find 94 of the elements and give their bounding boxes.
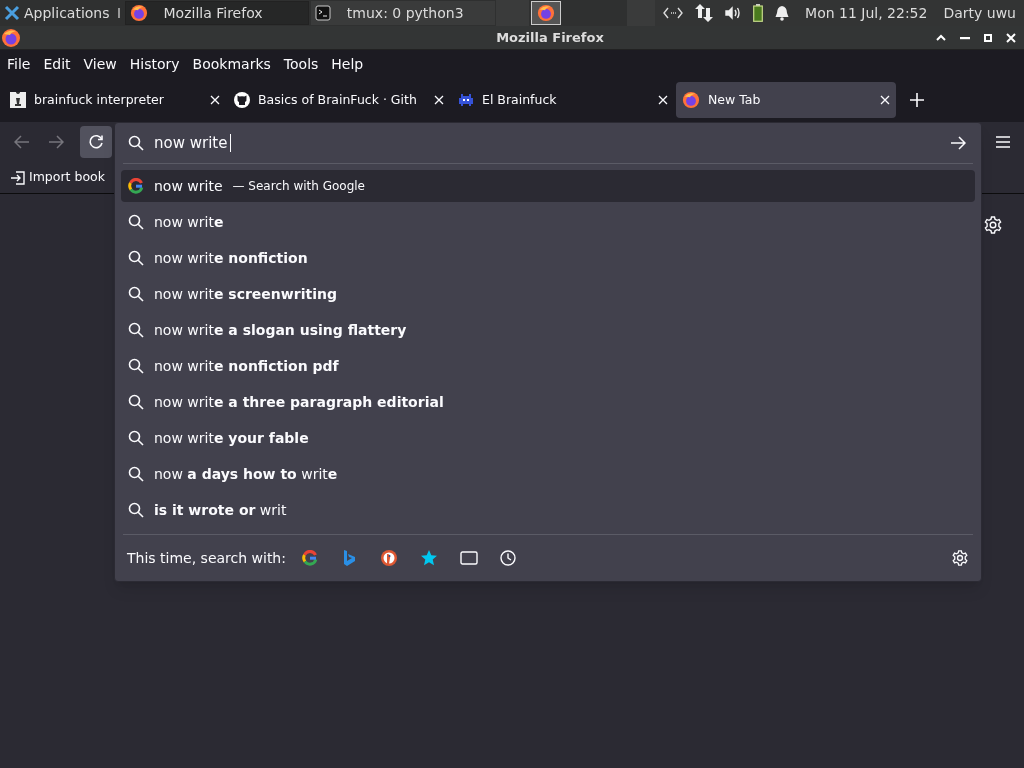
suggestion-item[interactable]: now write nonfiction xyxy=(121,242,975,274)
terminal-icon xyxy=(314,5,331,21)
suggestion-text: now write xyxy=(154,176,223,196)
star-icon[interactable] xyxy=(419,549,438,567)
menu-item[interactable]: Edit xyxy=(43,53,71,75)
tab-icon[interactable] xyxy=(459,551,478,565)
minimize-icon[interactable] xyxy=(960,35,970,40)
close-icon[interactable] xyxy=(1006,32,1016,43)
suggestion-text: now write a slogan using flattery xyxy=(154,320,407,340)
suggestion-item[interactable]: now write a slogan using flattery xyxy=(121,314,975,346)
search-icon xyxy=(128,466,144,482)
suggestion-text: now write a three paragraph editorial xyxy=(154,392,444,412)
search-icon xyxy=(128,502,144,518)
suggestion-item[interactable]: now write — Search with Google xyxy=(121,170,975,202)
suggestion-text: now a days how to write xyxy=(154,464,338,484)
search-icon xyxy=(128,430,144,446)
suggestion-item[interactable]: is it wrote or writ xyxy=(121,494,975,526)
one-off-label: This time, search with: xyxy=(127,548,286,568)
network-icon[interactable] xyxy=(663,7,684,19)
suggestion-item[interactable]: now write a three paragraph editorial xyxy=(121,386,975,418)
suggestion-text: now write nonfiction xyxy=(154,248,308,268)
search-icon xyxy=(128,286,144,302)
menu-item[interactable]: Bookmarks xyxy=(192,53,271,75)
close-icon[interactable] xyxy=(434,95,444,105)
suggestion-item[interactable]: now write your fable xyxy=(121,422,975,454)
bell-icon[interactable] xyxy=(775,5,790,21)
search-icon xyxy=(128,250,144,266)
firefox-icon xyxy=(1,27,21,48)
history-clock-icon[interactable] xyxy=(499,550,516,566)
search-icon xyxy=(128,135,144,151)
go-arrow-icon[interactable] xyxy=(950,136,966,150)
clock-text[interactable]: Mon 11 Jul, 22:52 xyxy=(805,2,928,24)
suggestion-text: now write your fable xyxy=(154,428,309,448)
xfce-logo-icon[interactable] xyxy=(4,5,20,21)
import-bookmarks-button[interactable]: Import book xyxy=(10,168,105,187)
menu-item[interactable]: Help xyxy=(331,53,364,75)
browser-tab[interactable]: New Tab xyxy=(676,82,896,118)
import-icon xyxy=(10,170,25,185)
suggestion-text: now write nonfiction pdf xyxy=(154,356,339,376)
search-icon xyxy=(128,394,144,410)
suggestion-item[interactable]: now write screenwriting xyxy=(121,278,975,310)
suggestion-text: now write xyxy=(154,212,224,232)
google-icon xyxy=(301,550,318,566)
suggestion-item[interactable]: now write nonfiction pdf xyxy=(121,350,975,382)
taskbar-button[interactable]: tmux: 0 python3 xyxy=(310,1,496,25)
firefox-icon xyxy=(682,91,700,109)
menu-item[interactable]: File xyxy=(7,53,31,75)
applications-menu[interactable]: Applications xyxy=(24,2,110,24)
window-title: Mozilla Firefox xyxy=(495,28,605,47)
reload-icon xyxy=(88,134,104,150)
search-icon xyxy=(128,358,144,374)
firefox-icon xyxy=(129,4,148,22)
back-arrow-icon[interactable] xyxy=(14,135,30,149)
search-icon xyxy=(128,322,144,338)
search-icon xyxy=(128,214,144,230)
suggestion-item[interactable]: now a days how to write xyxy=(121,458,975,490)
address-field[interactable]: now write xyxy=(115,123,981,163)
maximize-icon[interactable] xyxy=(984,33,992,42)
tab-title: El Brainfuck xyxy=(482,90,558,109)
browser-tab[interactable]: brainfuck interpreter xyxy=(4,82,226,118)
browser-tab[interactable]: Basics of BrainFuck · Gith xyxy=(228,82,450,118)
close-icon[interactable] xyxy=(658,95,668,105)
google-icon xyxy=(128,178,144,194)
tab-title: Basics of BrainFuck · Gith xyxy=(258,90,418,109)
new-tab-icon[interactable] xyxy=(910,93,924,107)
menu-item[interactable]: History xyxy=(129,53,180,75)
menu-icon[interactable] xyxy=(996,136,1010,148)
suggestion-action: — Search with Google xyxy=(232,178,365,195)
shade-icon[interactable] xyxy=(936,33,946,42)
settings-icon[interactable] xyxy=(952,550,968,566)
volume-icon[interactable] xyxy=(725,6,742,20)
github-icon xyxy=(234,92,250,108)
browser-tab[interactable]: El Brainfuck xyxy=(452,82,674,118)
menu-item[interactable]: Tools xyxy=(283,53,319,75)
suggestion-text: is it wrote or writ xyxy=(154,500,287,520)
tab-title: brainfuck interpreter xyxy=(34,90,165,109)
taskbar-button[interactable]: Mozilla Firefox xyxy=(124,1,309,25)
suggestion-text: now write screenwriting xyxy=(154,284,337,304)
user-name[interactable]: Darty uwu xyxy=(943,2,1016,24)
tab-title: New Tab xyxy=(708,90,762,109)
close-icon[interactable] xyxy=(880,95,890,105)
menu-item[interactable]: View xyxy=(83,53,117,75)
google-button[interactable] xyxy=(301,550,318,566)
suggestion-item[interactable]: now write xyxy=(121,206,975,238)
settings-icon[interactable] xyxy=(984,216,1002,234)
pixel-invader-icon xyxy=(458,92,474,108)
reload-button[interactable] xyxy=(80,126,112,158)
forward-arrow-icon[interactable] xyxy=(48,135,64,149)
transfer-arrows-icon[interactable] xyxy=(695,4,714,22)
battery-icon[interactable] xyxy=(753,4,764,22)
close-icon[interactable] xyxy=(210,95,220,105)
firefox-icon xyxy=(537,4,556,22)
chess-piece-icon xyxy=(10,92,26,108)
taskbar-button[interactable] xyxy=(531,1,562,25)
